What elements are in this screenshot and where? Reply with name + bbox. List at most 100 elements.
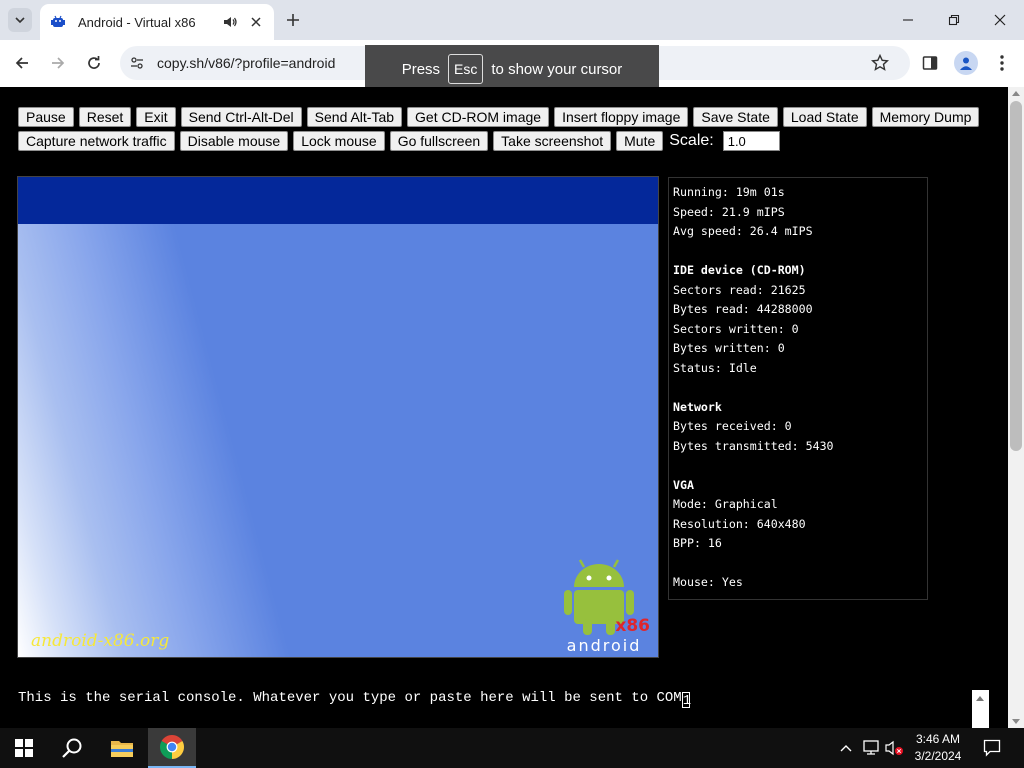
control-row-2: Capture network traffic Disable mouse Lo… <box>18 131 780 151</box>
control-row-1: Pause Reset Exit Send Ctrl-Alt-Del Send … <box>18 107 980 127</box>
pointer-lock-notice: Press Esc to show your cursor <box>365 45 659 93</box>
network-icon[interactable] <box>861 738 881 758</box>
send-ctrl-alt-del-button[interactable]: Send Ctrl-Alt-Del <box>180 107 302 127</box>
close-window-button[interactable] <box>990 10 1010 30</box>
notifications-icon[interactable] <box>982 738 1002 758</box>
clock-time: 3:46 AM <box>915 732 961 746</box>
serial-console[interactable]: This is the serial console. Whatever you… <box>18 690 973 728</box>
ide-heading: IDE device (CD-ROM) <box>673 263 806 277</box>
tab-search-button[interactable] <box>8 8 32 32</box>
volume-muted-icon[interactable] <box>885 738 905 758</box>
vga-heading: VGA <box>673 477 694 492</box>
arrow-left-icon <box>15 57 28 69</box>
tab-strip: Android - Virtual x86 <box>0 0 1024 40</box>
android-favicon-icon <box>50 14 66 30</box>
screen-top-bar <box>18 177 658 224</box>
notice-press-text: Press <box>401 60 441 78</box>
network-heading: Network <box>673 399 722 414</box>
memory-dump-button[interactable]: Memory Dump <box>871 107 980 127</box>
browser-tab[interactable]: Android - Virtual x86 <box>40 4 274 40</box>
send-alt-tab-button[interactable]: Send Alt-Tab <box>306 107 403 127</box>
scroll-up-arrow-icon[interactable] <box>1012 91 1020 96</box>
scale-label: Scale: <box>669 132 714 149</box>
start-button[interactable] <box>0 728 48 768</box>
v86-page: Pause Reset Exit Send Ctrl-Alt-Del Send … <box>0 87 1008 728</box>
chrome-taskbar-button[interactable] <box>148 728 196 768</box>
notice-rest-text: to show your cursor <box>491 60 623 78</box>
get-cdrom-image-button[interactable]: Get CD-ROM image <box>407 107 550 127</box>
back-button[interactable] <box>11 52 33 74</box>
serial-caret: 1 <box>681 692 692 709</box>
logo-x86-text: x86 <box>615 616 650 636</box>
side-panel-icon[interactable] <box>919 52 941 74</box>
insert-floppy-image-button[interactable]: Insert floppy image <box>554 107 689 127</box>
file-explorer-button[interactable] <box>98 728 146 768</box>
restore-icon <box>948 14 960 26</box>
stat-mode: Mode: Graphical <box>673 497 778 511</box>
reload-button[interactable] <box>83 52 105 74</box>
scroll-down-arrow-icon[interactable] <box>1012 719 1020 724</box>
minimize-icon <box>903 19 913 21</box>
tab-title: Android - Virtual x86 <box>78 14 196 30</box>
capture-network-traffic-button[interactable]: Capture network traffic <box>18 131 175 151</box>
reload-icon <box>88 56 100 69</box>
serial-console-text: This is the serial console. Whatever you… <box>18 690 682 706</box>
search-icon <box>62 738 82 758</box>
stat-sectors-written: Sectors written: 0 <box>673 321 799 336</box>
exit-button[interactable]: Exit <box>136 107 176 127</box>
minimize-button[interactable] <box>898 10 918 30</box>
load-state-button[interactable]: Load State <box>782 107 867 127</box>
start-icon <box>15 739 33 757</box>
stat-avg-speed: Avg speed: 26.4 mIPS <box>673 224 813 238</box>
profile-avatar-icon[interactable] <box>954 51 978 75</box>
close-tab-icon[interactable] <box>248 14 264 30</box>
chevron-down-icon <box>15 17 25 24</box>
stat-sectors-read: Sectors read: 21625 <box>673 282 806 297</box>
stat-speed: Speed: 21.9 mIPS <box>673 204 785 219</box>
stat-running: Running: 19m 01s <box>673 185 785 199</box>
clock-date: 3/2/2024 <box>914 749 962 763</box>
chrome-icon <box>160 735 184 759</box>
taskbar-clock[interactable]: 3:46 AM 3/2/2024 <box>904 731 972 765</box>
android-robot-logo-icon: x86 android <box>564 559 650 655</box>
stat-status: Status: Idle <box>673 360 757 375</box>
taskbar-search-button[interactable] <box>48 728 96 768</box>
serial-console-scrollbar[interactable] <box>972 690 989 728</box>
take-screenshot-button[interactable]: Take screenshot <box>493 131 612 151</box>
speaker-icon[interactable] <box>222 14 238 30</box>
stat-mouse: Mouse: Yes <box>673 575 743 589</box>
page-scrollbar[interactable] <box>1008 87 1024 728</box>
new-tab-button[interactable] <box>283 10 303 30</box>
emulator-screen[interactable]: android-x86.org x86 android <box>17 176 659 658</box>
stat-bytes-transmitted: Bytes transmitted: 5430 <box>673 438 834 453</box>
file-explorer-icon <box>111 741 133 757</box>
more-menu-icon[interactable] <box>991 52 1013 74</box>
notice-esc-key: Esc <box>448 54 484 84</box>
tray-overflow-icon[interactable] <box>836 738 856 758</box>
emulator-stats-panel: Running: 19m 01s Speed: 21.9 mIPS Avg sp… <box>668 177 928 600</box>
site-settings-icon[interactable] <box>128 54 146 72</box>
disable-mouse-button[interactable]: Disable mouse <box>179 131 289 151</box>
lock-mouse-button[interactable]: Lock mouse <box>293 131 385 151</box>
logo-android-text: android <box>567 636 642 655</box>
android-x86-brand-text: android-x86.org <box>31 631 170 651</box>
go-fullscreen-button[interactable]: Go fullscreen <box>389 131 489 151</box>
bookmark-star-icon[interactable] <box>869 52 891 74</box>
windows-taskbar: 3:46 AM 3/2/2024 <box>0 728 1024 768</box>
stat-resolution: Resolution: 640x480 <box>673 516 806 531</box>
url-text[interactable]: copy.sh/v86/?profile=android <box>157 55 335 71</box>
mute-button[interactable]: Mute <box>616 131 664 151</box>
reset-button[interactable]: Reset <box>78 107 132 127</box>
arrow-right-icon <box>52 57 65 69</box>
scale-input[interactable] <box>722 131 780 151</box>
stat-bytes-written: Bytes written: 0 <box>673 341 785 355</box>
stat-bpp: BPP: 16 <box>673 536 722 550</box>
plus-icon <box>287 14 299 26</box>
save-state-button[interactable]: Save State <box>693 107 778 127</box>
forward-button[interactable] <box>47 52 69 74</box>
stat-bytes-received: Bytes received: 0 <box>673 419 792 433</box>
pause-button[interactable]: Pause <box>18 107 74 127</box>
stat-bytes-read: Bytes read: 44288000 <box>673 302 813 316</box>
scroll-thumb[interactable] <box>1010 101 1022 451</box>
restore-button[interactable] <box>944 10 964 30</box>
